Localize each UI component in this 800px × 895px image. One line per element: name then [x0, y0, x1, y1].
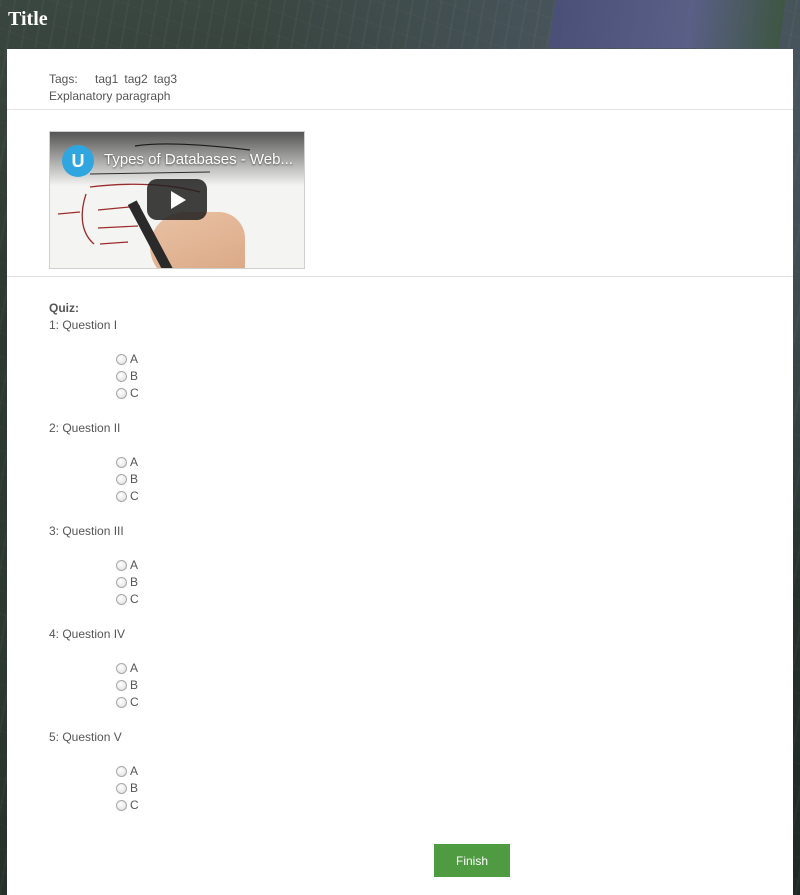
answer-options: A B C — [49, 351, 793, 402]
tags-row: Tags: tag1 tag2 tag3 — [49, 71, 793, 88]
quiz-heading: Quiz: — [49, 301, 79, 315]
question: 5: Question V A B C — [49, 729, 793, 832]
answer-options: A B C — [49, 763, 793, 814]
answer-option[interactable]: B — [116, 574, 793, 591]
explanatory-paragraph: Explanatory paragraph — [49, 89, 171, 103]
tag: tag3 — [153, 72, 178, 86]
play-icon[interactable] — [147, 179, 207, 220]
option-label: C — [130, 798, 139, 812]
tags-label: Tags: — [49, 72, 78, 86]
quiz-section: Quiz: 1: Question I A B C 2: Question II… — [7, 277, 793, 832]
answer-option[interactable]: C — [116, 591, 793, 608]
answer-option[interactable]: A — [116, 351, 793, 368]
radio-button[interactable] — [116, 577, 127, 588]
radio-button[interactable] — [116, 474, 127, 485]
radio-button[interactable] — [116, 388, 127, 399]
answer-option[interactable]: B — [116, 677, 793, 694]
option-label: A — [130, 764, 139, 778]
answer-option[interactable]: A — [116, 660, 793, 677]
udacity-logo-icon: U — [62, 145, 94, 177]
option-label: C — [130, 592, 139, 606]
radio-button[interactable] — [116, 354, 127, 365]
answer-option[interactable]: B — [116, 368, 793, 385]
option-label: B — [130, 369, 139, 383]
tag: tag1 — [95, 72, 119, 86]
radio-button[interactable] — [116, 800, 127, 811]
answer-option[interactable]: C — [116, 488, 793, 505]
video-title[interactable]: Types of Databases - Web... — [104, 151, 293, 168]
option-label: A — [130, 661, 139, 675]
radio-button[interactable] — [116, 457, 127, 468]
option-label: B — [130, 472, 139, 486]
option-label: B — [130, 678, 139, 692]
option-label: B — [130, 575, 139, 589]
question-label: 2: Question II — [49, 421, 121, 435]
video-player[interactable]: U Types of Databases - Web... — [49, 131, 305, 269]
option-label: A — [130, 455, 139, 469]
radio-button[interactable] — [116, 371, 127, 382]
radio-button[interactable] — [116, 766, 127, 777]
option-label: C — [130, 695, 139, 709]
radio-button[interactable] — [116, 680, 127, 691]
question: 1: Question I A B C — [49, 317, 793, 420]
answer-option[interactable]: C — [116, 694, 793, 711]
option-label: A — [130, 558, 139, 572]
option-label: C — [130, 489, 139, 503]
answer-option[interactable]: C — [116, 385, 793, 402]
tag: tag2 — [124, 72, 148, 86]
meta-section: Tags: tag1 tag2 tag3 Explanatory paragra… — [7, 49, 793, 110]
video-section: U Types of Databases - Web... — [7, 110, 793, 277]
question: 2: Question II A B C — [49, 420, 793, 523]
question-label: 4: Question IV — [49, 627, 126, 641]
radio-button[interactable] — [116, 491, 127, 502]
answer-options: A B C — [49, 557, 793, 608]
question-label: 3: Question III — [49, 524, 124, 538]
radio-button[interactable] — [116, 560, 127, 571]
question-label: 1: Question I — [49, 318, 118, 332]
option-label: B — [130, 781, 139, 795]
answer-option[interactable]: B — [116, 780, 793, 797]
radio-button[interactable] — [116, 697, 127, 708]
radio-button[interactable] — [116, 594, 127, 605]
finish-button[interactable]: Finish — [434, 844, 510, 877]
radio-button[interactable] — [116, 783, 127, 794]
option-label: A — [130, 352, 139, 366]
answer-options: A B C — [49, 454, 793, 505]
background-book — [548, 0, 786, 48]
answer-option[interactable]: A — [116, 557, 793, 574]
answer-option[interactable]: A — [116, 763, 793, 780]
page-title: Title — [8, 8, 48, 30]
answer-option[interactable]: C — [116, 797, 793, 814]
question: 3: Question III A B C — [49, 523, 793, 626]
radio-button[interactable] — [116, 663, 127, 674]
question: 4: Question IV A B C — [49, 626, 793, 729]
answer-option[interactable]: A — [116, 454, 793, 471]
answer-options: A B C — [49, 660, 793, 711]
option-label: C — [130, 386, 139, 400]
answer-option[interactable]: B — [116, 471, 793, 488]
content-card: Tags: tag1 tag2 tag3 Explanatory paragra… — [7, 49, 793, 895]
question-label: 5: Question V — [49, 730, 122, 744]
